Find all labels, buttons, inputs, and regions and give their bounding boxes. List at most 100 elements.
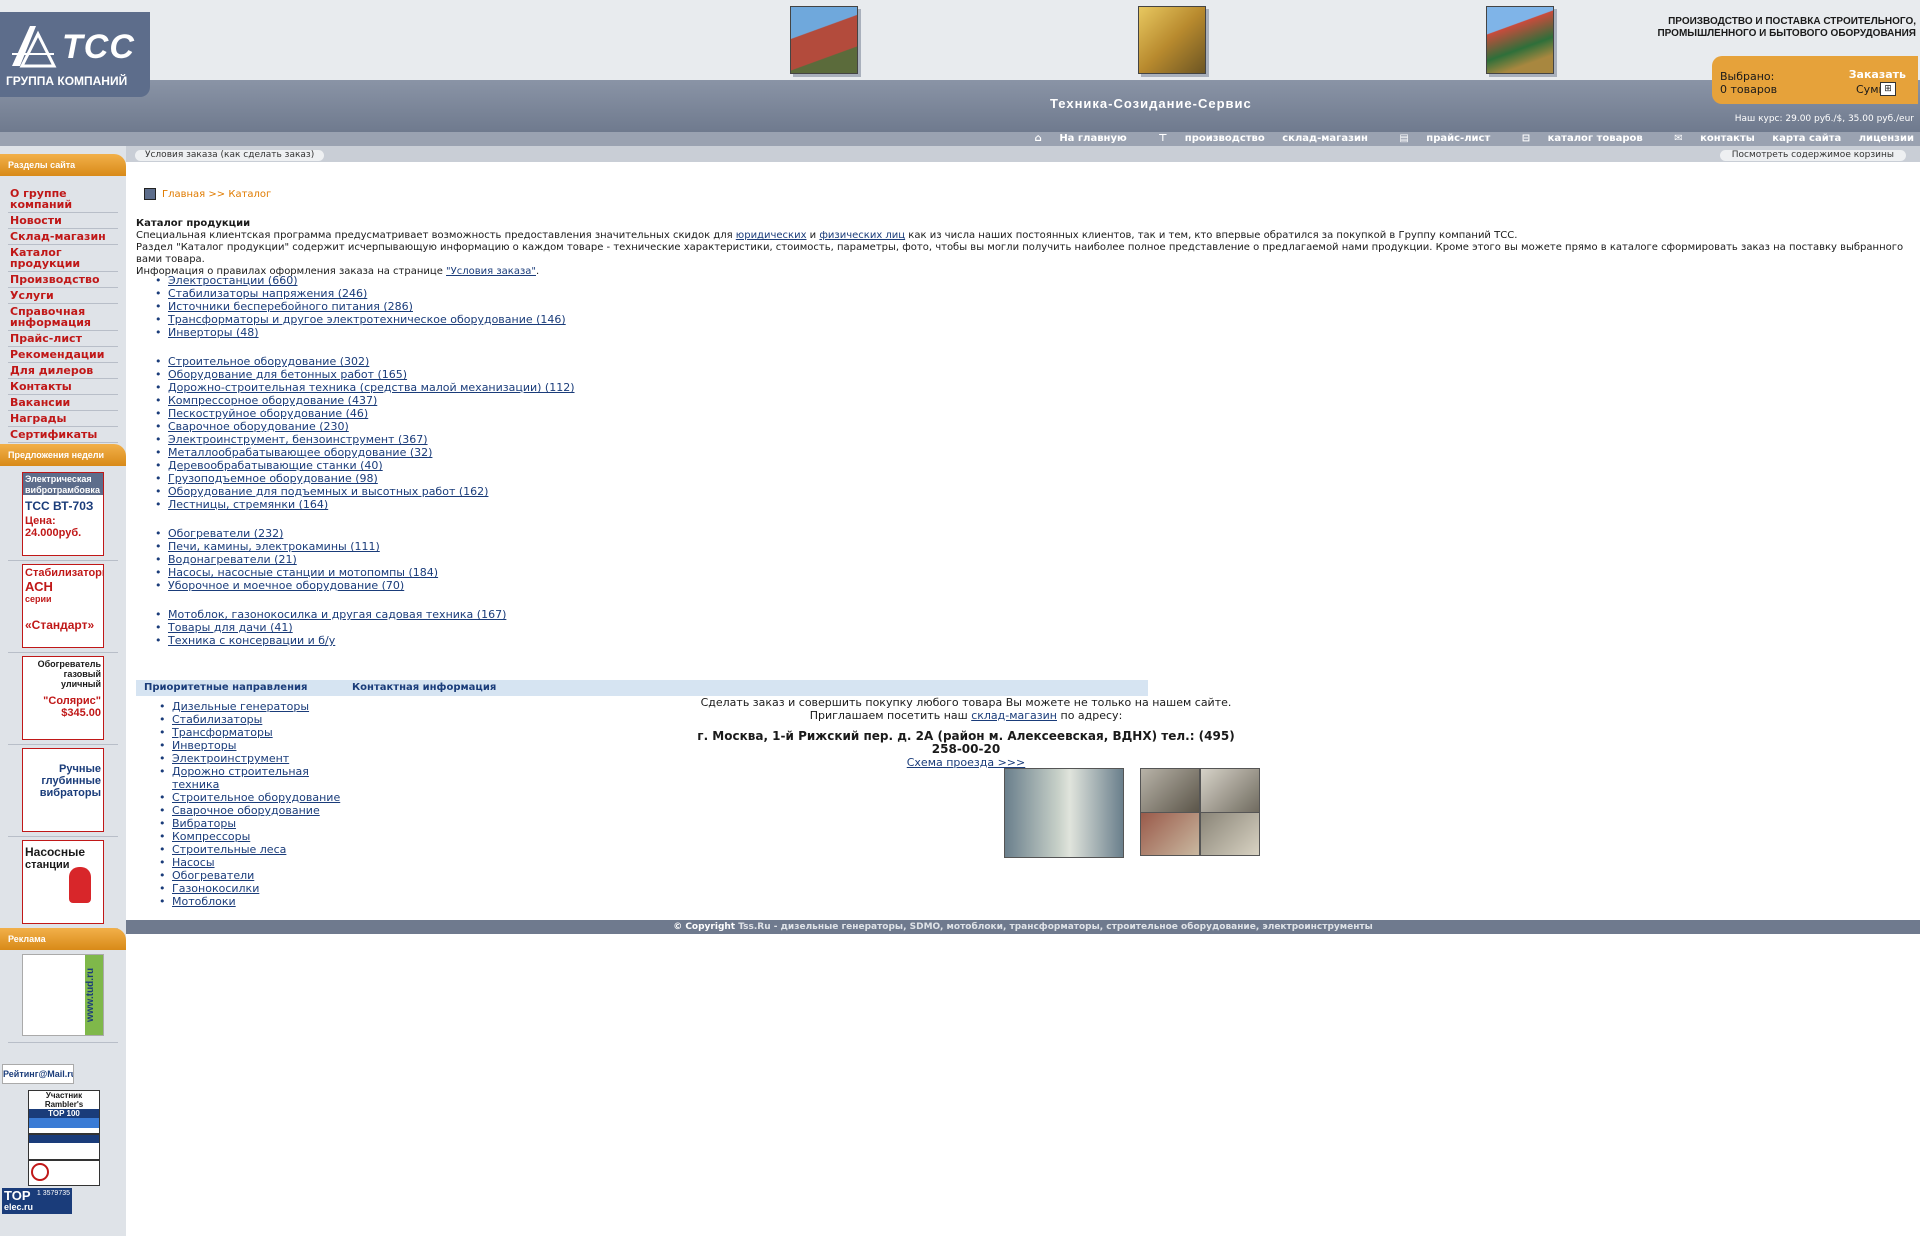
store-photo-3[interactable]: [1140, 812, 1200, 856]
list-item[interactable]: Техника с консервации и б/у: [155, 634, 506, 647]
catalog-link[interactable]: Оборудование для подъемных и высотных ра…: [168, 485, 488, 498]
list-item[interactable]: Стабилизаторы: [159, 713, 342, 726]
list-item[interactable]: Инверторы (48): [155, 326, 566, 339]
priority-link[interactable]: Насосы: [172, 856, 215, 869]
catalog-link[interactable]: Насосы, насосные станции и мотопомпы (18…: [168, 566, 438, 579]
list-item[interactable]: Грузоподъемное оборудование (98): [155, 472, 575, 485]
catalog-link[interactable]: Дорожно-строительная техника (средства м…: [168, 381, 575, 394]
list-item[interactable]: Источники бесперебойного питания (286): [155, 300, 566, 313]
order-terms-tab[interactable]: Условия заказа (как сделать заказ): [135, 150, 325, 161]
nav-licenses[interactable]: лицензии: [1859, 133, 1914, 144]
catalog-link[interactable]: Электроинструмент, бензоинструмент (367): [168, 433, 428, 446]
menu-item-pricelist[interactable]: Прайс-лист: [8, 331, 118, 347]
priority-link[interactable]: Дорожно строительная техника: [172, 765, 309, 791]
promo-vibrators[interactable]: Ручные глубинные вибраторы: [22, 748, 104, 832]
nav-sitemap[interactable]: карта сайта: [1772, 133, 1841, 144]
list-item[interactable]: Строительное оборудование: [159, 791, 342, 804]
catalog-link[interactable]: Мотоблок, газонокосилка и другая садовая…: [168, 608, 506, 621]
view-cart-tab[interactable]: Посмотреть содержимое корзины: [1719, 150, 1906, 161]
list-item[interactable]: Обогреватели (232): [155, 527, 438, 540]
catalog-link[interactable]: Товары для дачи (41): [168, 621, 293, 634]
list-item[interactable]: Сварочное оборудование (230): [155, 420, 575, 433]
catalog-link[interactable]: Металлообрабатывающее оборудование (32): [168, 446, 432, 459]
list-item[interactable]: Сварочное оборудование: [159, 804, 342, 817]
catalog-link[interactable]: Инверторы (48): [168, 326, 259, 339]
priority-link[interactable]: Дизельные генераторы: [172, 700, 309, 713]
list-item[interactable]: Стабилизаторы напряжения (246): [155, 287, 566, 300]
site-logo[interactable]: ТСС ГРУППА КОМПАНИЙ: [0, 12, 150, 97]
list-item[interactable]: Насосы: [159, 856, 342, 869]
menu-item-production[interactable]: Производство: [8, 272, 118, 288]
nav-catalog[interactable]: ⊟ каталог товаров: [1508, 133, 1643, 144]
list-item[interactable]: Компрессорное оборудование (437): [155, 394, 575, 407]
catalog-link[interactable]: Компрессорное оборудование (437): [168, 394, 377, 407]
menu-item-catalog[interactable]: Каталог продукции: [8, 245, 118, 272]
catalog-link[interactable]: Источники бесперебойного питания (286): [168, 300, 413, 313]
breadcrumb-current[interactable]: Каталог: [228, 189, 271, 200]
catalog-link[interactable]: Грузоподъемное оборудование (98): [168, 472, 378, 485]
menu-item-certificates[interactable]: Сертификаты: [8, 427, 118, 443]
priority-link[interactable]: Мотоблоки: [172, 895, 236, 908]
priority-link[interactable]: Электроинструмент: [172, 752, 289, 765]
nav-production[interactable]: ⊤ производство: [1144, 133, 1265, 144]
legal-entities-link[interactable]: юридических: [736, 230, 807, 241]
menu-item-services[interactable]: Услуги: [8, 288, 118, 304]
priority-link[interactable]: Газонокосилки: [172, 882, 259, 895]
promo-pump-stations[interactable]: Насосные станции: [22, 840, 104, 924]
footer-site-link[interactable]: Tss.Ru: [738, 922, 770, 932]
order-button[interactable]: Заказать: [1849, 68, 1906, 81]
list-item[interactable]: Оборудование для бетонных работ (165): [155, 368, 575, 381]
list-item[interactable]: Пескоструйное оборудование (46): [155, 407, 575, 420]
list-item[interactable]: Насосы, насосные станции и мотопомпы (18…: [155, 566, 438, 579]
list-item[interactable]: Деревообрабатывающие станки (40): [155, 459, 575, 472]
nav-home[interactable]: ⌂ На главную: [1021, 133, 1127, 144]
catalog-link[interactable]: Уборочное и моечное оборудование (70): [168, 579, 404, 592]
store-photo-4[interactable]: [1200, 812, 1260, 856]
list-item[interactable]: Дорожно строительная техника: [159, 765, 342, 791]
breadcrumb-home[interactable]: Главная: [162, 189, 205, 200]
menu-item-recommendations[interactable]: Рекомендации: [8, 347, 118, 363]
menu-item-warehouse[interactable]: Склад-магазин: [8, 229, 118, 245]
catalog-link[interactable]: Электростанции (660): [168, 274, 298, 287]
store-photo-aisle[interactable]: [1004, 768, 1124, 858]
priority-link[interactable]: Строительное оборудование: [172, 791, 340, 804]
list-item[interactable]: Товары для дачи (41): [155, 621, 506, 634]
list-item[interactable]: Обогреватели: [159, 869, 342, 882]
nav-warehouse[interactable]: склад-магазин: [1282, 133, 1368, 144]
list-item[interactable]: Газонокосилки: [159, 882, 342, 895]
menu-item-reference[interactable]: Справочная информация: [8, 304, 118, 331]
list-item[interactable]: Электроинструмент, бензоинструмент (367): [155, 433, 575, 446]
nav-contacts[interactable]: ✉ контакты: [1660, 133, 1755, 144]
catalog-link[interactable]: Деревообрабатывающие станки (40): [168, 459, 383, 472]
catalog-link[interactable]: Стабилизаторы напряжения (246): [168, 287, 367, 300]
top-elec-badge[interactable]: TOP elec.ru 1 3579735: [2, 1188, 72, 1214]
list-item[interactable]: Трансформаторы и другое электротехническ…: [155, 313, 566, 326]
rating-mail-badge[interactable]: Рейтинг@Mail.ru: [2, 1064, 74, 1084]
hotlog-badge[interactable]: [28, 1134, 100, 1160]
priority-link[interactable]: Трансформаторы: [172, 726, 273, 739]
list-item[interactable]: Мотоблоки: [159, 895, 342, 908]
priority-link[interactable]: Обогреватели: [172, 869, 254, 882]
menu-item-vacancies[interactable]: Вакансии: [8, 395, 118, 411]
list-item[interactable]: Электростанции (660): [155, 274, 566, 287]
store-photo-2[interactable]: [1200, 768, 1260, 814]
priority-link[interactable]: Вибраторы: [172, 817, 236, 830]
list-item[interactable]: Лестницы, стремянки (164): [155, 498, 575, 511]
list-item[interactable]: Строительное оборудование (302): [155, 355, 575, 368]
priority-link[interactable]: Стабилизаторы: [172, 713, 262, 726]
list-item[interactable]: Металлообрабатывающее оборудование (32): [155, 446, 575, 459]
list-item[interactable]: Печи, камины, электрокамины (111): [155, 540, 438, 553]
catalog-link[interactable]: Лестницы, стремянки (164): [168, 498, 328, 511]
list-item[interactable]: Дизельные генераторы: [159, 700, 342, 713]
list-item[interactable]: Инверторы: [159, 739, 342, 752]
priority-link[interactable]: Строительные леса: [172, 843, 286, 856]
ad-banner[interactable]: www.tud.ru: [22, 954, 104, 1036]
catalog-link[interactable]: Строительное оборудование (302): [168, 355, 369, 368]
promo-vibratory-rammer[interactable]: Электрическая вибротрамбовка ТСС ВТ-70З …: [22, 472, 104, 556]
catalog-link[interactable]: Техника с консервации и б/у: [168, 634, 335, 647]
list-item[interactable]: Строительные леса: [159, 843, 342, 856]
menu-item-awards[interactable]: Награды: [8, 411, 118, 427]
list-item[interactable]: Мотоблок, газонокосилка и другая садовая…: [155, 608, 506, 621]
list-item[interactable]: Водонагреватели (21): [155, 553, 438, 566]
list-item[interactable]: Уборочное и моечное оборудование (70): [155, 579, 438, 592]
